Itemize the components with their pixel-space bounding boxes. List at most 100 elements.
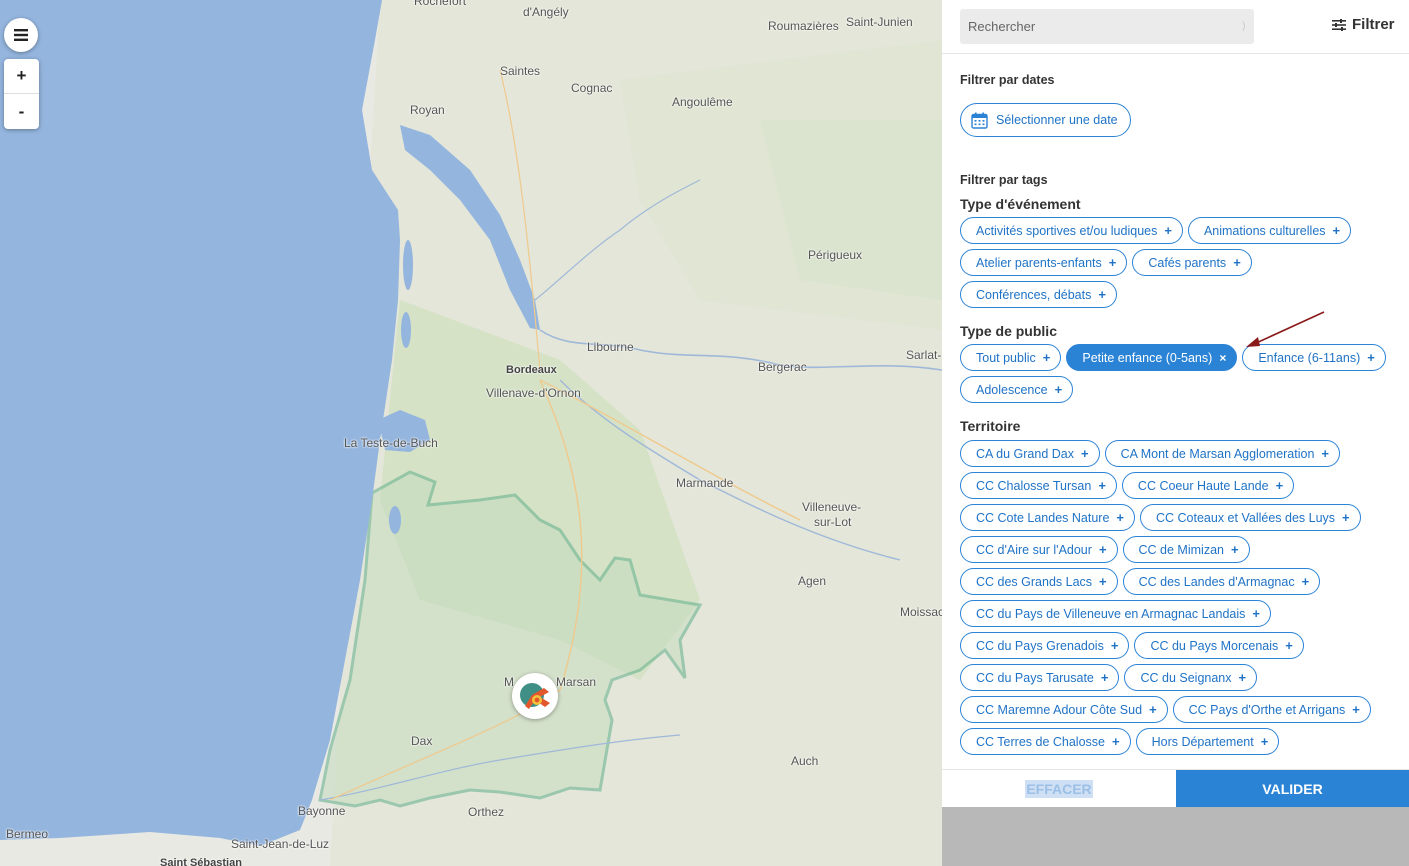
event-marker[interactable] (512, 673, 558, 719)
tag-chip[interactable]: Activités sportives et/ou ludiques + (960, 217, 1183, 244)
add-icon: + (1260, 734, 1269, 749)
add-icon: + (1301, 574, 1310, 589)
tag-chip[interactable]: CA du Grand Dax + (960, 440, 1100, 467)
map-label-perigueux: Périgueux (808, 248, 863, 262)
tag-chip[interactable]: CC Chalosse Tursan + (960, 472, 1117, 499)
tag-chip[interactable]: CC des Landes d'Armagnac + (1122, 568, 1321, 595)
add-icon: + (1332, 223, 1341, 238)
map-label-saint-junien: Saint-Junien (846, 15, 913, 29)
tag-chip-label: CC Coteaux et Vallées des Luys (1156, 510, 1336, 525)
tags-section-title: Filtrer par tags (960, 173, 1048, 187)
tag-chip-label: CC Pays d'Orthe et Arrigans (1188, 702, 1346, 717)
add-icon: + (1342, 510, 1350, 525)
remove-icon: × (1219, 350, 1227, 365)
tag-chip-label: Animations culturelles (1203, 223, 1326, 238)
map-label-saintes: Saintes (500, 64, 541, 78)
map-label-cognac: Cognac (571, 81, 613, 95)
tag-chip-label: CC du Pays Grenadois (976, 638, 1104, 653)
tag-chip-label: Petite enfance (0-5ans) (1082, 350, 1213, 365)
tag-chip[interactable]: CC Cote Landes Nature + (960, 504, 1135, 531)
tag-chip-label: CC Coeur Haute Lande (1137, 478, 1269, 493)
panel-footer (942, 807, 1409, 866)
tag-chip[interactable]: CC Terres de Chalosse + (960, 728, 1131, 755)
tag-chip[interactable]: CC de Mimizan + (1122, 536, 1250, 563)
tag-chip[interactable]: Tout public + (960, 344, 1062, 371)
clear-button-label: EFFACER (1025, 780, 1093, 798)
panel-actions: EFFACER VALIDER (942, 769, 1409, 808)
map-label-dax: Dax (411, 734, 433, 748)
filter-panel: Filtrer Filtrer par dates Sélectionner u… (942, 0, 1409, 866)
map-label-angouleme: Angoulême (672, 95, 733, 109)
tag-list-public-type: Tout public + Petite enfance (0-5ans) × Enfa… (960, 344, 1400, 403)
map-label-villeneuve: Villeneuve- (802, 500, 862, 514)
tag-chip[interactable]: CC Coteaux et Vallées des Luys + (1140, 504, 1361, 531)
select-date-label: Sélectionner une date (996, 113, 1118, 127)
tag-chip[interactable]: Atelier parents-enfants + (960, 249, 1128, 276)
validate-button[interactable]: VALIDER (1176, 770, 1409, 808)
map-label-saint-jean: Saint-Jean-de-Luz (231, 837, 330, 851)
tag-chip[interactable]: CC Coeur Haute Lande + (1121, 472, 1295, 499)
tag-chip-label: CC Chalosse Tursan (976, 478, 1092, 493)
tag-chip[interactable]: CC du Pays Tarusate + (960, 664, 1120, 691)
map-menu-button[interactable] (4, 18, 38, 52)
dates-section-title: Filtrer par dates (960, 73, 1055, 87)
tag-chip-label: CC des Landes d'Armagnac (1138, 574, 1295, 589)
map-label-bergerac: Bergerac (758, 360, 807, 374)
tag-chip[interactable]: CC Maremne Adour Côte Sud + (960, 696, 1168, 723)
tag-chip[interactable]: CC d'Aire sur l'Adour + (960, 536, 1118, 563)
tag-chip[interactable]: CC du Pays Grenadois + (960, 632, 1130, 659)
tag-chip-label: CC Terres de Chalosse (976, 734, 1105, 749)
zoom-in-button[interactable]: + (4, 59, 39, 94)
add-icon: + (1321, 446, 1330, 461)
add-icon: + (1149, 702, 1157, 717)
add-icon: + (1098, 478, 1106, 493)
tag-chip-label: CC Cote Landes Nature (976, 510, 1110, 525)
tag-chip[interactable]: CA Mont de Marsan Agglomeration + (1104, 440, 1341, 467)
add-icon: + (1238, 670, 1247, 685)
zoom-control: + - (4, 59, 39, 129)
map-label-villeneuve-2: sur-Lot (814, 515, 852, 529)
map-view[interactable]: Rochefort d'Angély Roumazières Saint-Jun… (0, 0, 942, 866)
add-icon: + (1054, 382, 1063, 397)
clear-button[interactable]: EFFACER (942, 770, 1176, 808)
tag-chip-label: CA Mont de Marsan Agglomeration (1120, 446, 1315, 461)
search-input[interactable] (960, 9, 1254, 44)
tag-chip[interactable]: CC du Pays Morcenais + (1134, 632, 1304, 659)
tag-chip-label: Activités sportives et/ou ludiques (976, 223, 1158, 238)
loading-spinner-icon (1231, 19, 1245, 33)
tag-chip[interactable]: CC des Grands Lacs + (960, 568, 1118, 595)
tag-chip-label: Cafés parents (1148, 255, 1227, 270)
tag-chip-label: Hors Département (1151, 734, 1254, 749)
tag-chip[interactable]: Adolescence + (960, 376, 1074, 403)
group-title-territory: Territoire (960, 418, 1021, 434)
map-label-rochefort: Rochefort (414, 0, 467, 8)
tag-chip[interactable]: Hors Département + (1135, 728, 1280, 755)
tag-chip[interactable]: CC du Pays de Villeneuve en Armagnac Lan… (960, 600, 1271, 627)
tag-chip-label: CA du Grand Dax (976, 446, 1074, 461)
add-icon: + (1233, 255, 1241, 270)
tag-chip[interactable]: CC Pays d'Orthe et Arrigans + (1172, 696, 1371, 723)
annotation-arrow (1246, 311, 1325, 347)
tag-chip-label: Enfance (6-11ans) (1258, 350, 1361, 365)
tag-chip-label: Conférences, débats (976, 287, 1092, 302)
tag-chip-selected[interactable]: Petite enfance (0-5ans) × (1066, 344, 1238, 371)
map-label-mont-marsan-b: Marsan (556, 675, 597, 689)
tag-chip-label: CC de Mimizan (1138, 542, 1224, 557)
tag-list-territory: CA du Grand Dax + CA Mont de Marsan Agglom… (960, 440, 1400, 755)
map-label-bayonne: Bayonne (298, 804, 346, 818)
tag-chip[interactable]: Cafés parents + (1132, 249, 1252, 276)
map-label-marmande: Marmande (676, 476, 734, 490)
add-icon: + (1352, 702, 1360, 717)
select-date-button[interactable]: Sélectionner une date (960, 103, 1131, 137)
add-icon: + (1110, 638, 1119, 653)
filter-button[interactable]: Filtrer (1332, 16, 1395, 33)
tag-chip[interactable]: Conférences, débats + (960, 281, 1117, 308)
tag-chip[interactable]: CC du Seignanx + (1124, 664, 1258, 691)
map-label-villenave: Villenave-d'Ornon (486, 386, 581, 400)
zoom-out-button[interactable]: - (4, 94, 39, 129)
map-label-moissac: Moissac (900, 605, 942, 619)
map-label-roumazieres: Roumazières (768, 19, 839, 33)
tag-chip-label: CC des Grands Lacs (976, 574, 1093, 589)
map-label-auch: Auch (791, 754, 819, 768)
tag-chip[interactable]: Animations culturelles + (1187, 217, 1352, 244)
